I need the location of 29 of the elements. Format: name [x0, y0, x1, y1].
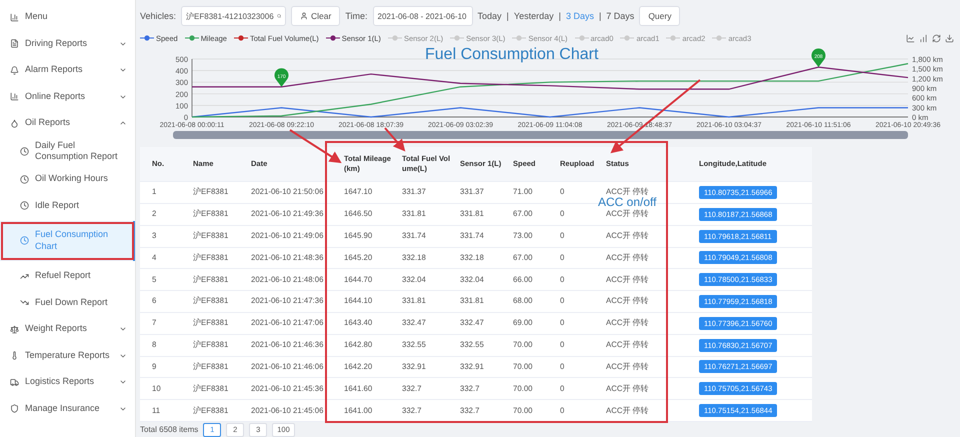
chart-title: Fuel Consumption Chart [425, 46, 598, 63]
range-link[interactable]: 7 Days [606, 11, 634, 21]
clear-button[interactable]: Clear [291, 6, 340, 26]
sidebar-subitem[interactable]: Idle Report [0, 192, 135, 219]
vehicle-field[interactable]: 沪EF8381-41210323006 [181, 6, 286, 26]
separator: | [598, 11, 602, 21]
query-button[interactable]: Query [639, 6, 680, 26]
sidebar-item[interactable]: Driving Reports [0, 30, 135, 57]
sidebar-item[interactable]: Oil Reports [0, 110, 135, 136]
range-link[interactable]: Today [478, 11, 502, 21]
annotation-text: ACC on/off [598, 196, 656, 208]
sidebar-subitem[interactable]: Fuel Down Report [0, 289, 135, 316]
vehicles-label: Vehicles: [140, 11, 176, 21]
time-label: Time: [345, 11, 368, 21]
separator: | [506, 11, 509, 21]
sidebar-item[interactable]: Weight Reports [0, 316, 135, 342]
sidebar-subitem[interactable]: Oil Working Hours [0, 166, 135, 192]
total-items: Total 6508 items [140, 425, 198, 434]
sidebar-item[interactable]: Manage Insurance [0, 395, 135, 422]
sidebar-item[interactable]: Alarm Reports [0, 57, 135, 84]
sidebar-item[interactable]: Online Reports [0, 84, 135, 110]
sidebar-subitem[interactable]: Refuel Report [0, 262, 135, 290]
range-link[interactable]: Yesterday [514, 11, 554, 21]
sidebar-item[interactable]: Menu [0, 4, 135, 30]
sidebar-subitem[interactable]: Daily Fuel Consumption Report [0, 136, 135, 166]
sidebar-item[interactable]: Temperature Reports [0, 342, 135, 369]
separator: | [558, 11, 561, 21]
sidebar-item[interactable]: Logistics Reports [0, 368, 135, 396]
date-range-field[interactable]: 2021-06-08 - 2021-06-10 [372, 6, 473, 26]
